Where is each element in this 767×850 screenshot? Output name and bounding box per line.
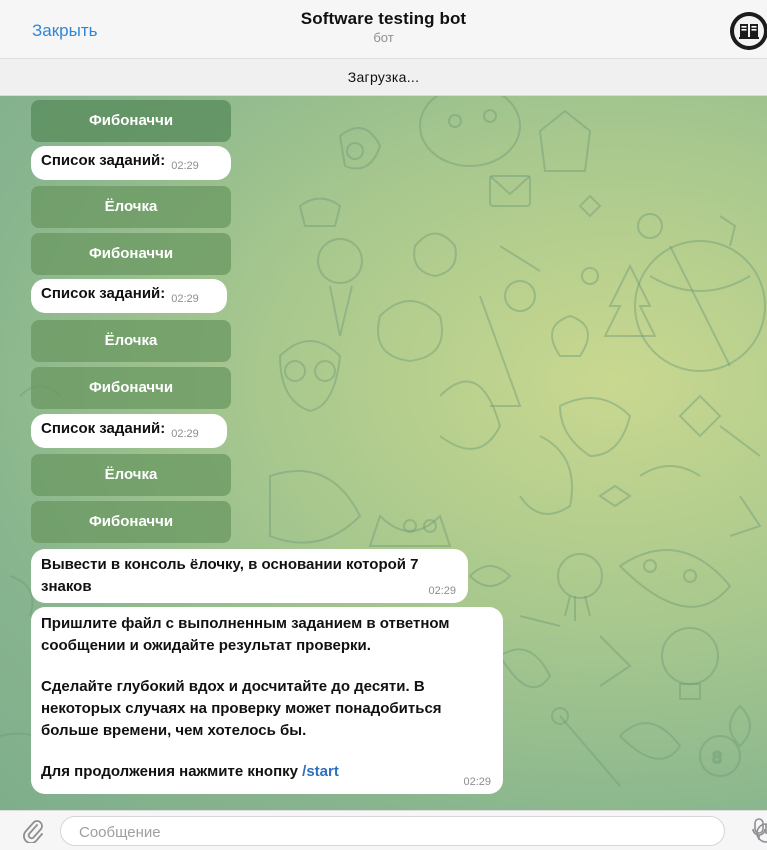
fibonacci-button[interactable]: Фибоначчи: [31, 501, 231, 543]
instruction-message: Пришлите файл с выполненным заданием в о…: [31, 607, 503, 794]
loading-status: Загрузка...: [0, 58, 767, 96]
chat-title: Software testing bot: [300, 9, 467, 28]
bot-avatar[interactable]: [730, 12, 767, 50]
message-field[interactable]: [60, 816, 767, 847]
task-list-message: Список заданий: 02:29: [31, 279, 227, 313]
tree-button[interactable]: Ёлочка: [31, 320, 231, 362]
chat-area[interactable]: 8 Фибоначчи Список заданий: 02:29 Ёлочка …: [0, 96, 767, 810]
task-message-text: Вывести в консоль ёлочку, в основании ко…: [41, 556, 419, 595]
start-command-link[interactable]: /start: [302, 763, 339, 780]
task-message: Вывести в консоль ёлочку, в основании ко…: [31, 549, 468, 603]
message-time: 02:29: [463, 776, 491, 788]
chat-header: Закрыть Software testing bot бот: [0, 0, 767, 58]
fibonacci-button[interactable]: Фибоначчи: [31, 367, 231, 409]
fibonacci-button[interactable]: Фибоначчи: [31, 233, 231, 275]
paperclip-icon[interactable]: [22, 819, 44, 848]
svg-text:8: 8: [712, 748, 722, 767]
message-time: 02:29: [171, 293, 199, 305]
message-input[interactable]: [77, 817, 681, 847]
instruction-paragraph-3: Для продолжения нажмите кнопку /start: [41, 761, 493, 783]
book-icon: [730, 12, 767, 50]
message-text: Список заданий:: [41, 420, 166, 437]
message-input-bar: [0, 810, 767, 850]
message-time: 02:29: [171, 160, 199, 172]
fibonacci-button[interactable]: Фибоначчи: [31, 100, 231, 142]
message-text: Список заданий:: [41, 285, 166, 302]
instruction-prefix: Для продолжения нажмите кнопку: [41, 763, 303, 780]
microphone-icon[interactable]: [752, 818, 766, 847]
instruction-paragraph-1: Пришлите файл с выполненным заданием в о…: [41, 615, 450, 654]
instruction-paragraph-2: Сделайте глубокий вдох и досчитайте до д…: [41, 678, 442, 739]
message-time: 02:29: [428, 585, 456, 597]
chat-title-block: Software testing bot бот: [0, 9, 767, 45]
task-list-message: Список заданий: 02:29: [31, 414, 227, 448]
tree-button[interactable]: Ёлочка: [31, 186, 231, 228]
task-list-message: Список заданий: 02:29: [31, 146, 231, 180]
chat-subtitle: бот: [373, 30, 394, 45]
message-text: Список заданий:: [41, 152, 166, 169]
message-time: 02:29: [171, 428, 199, 440]
tree-button[interactable]: Ёлочка: [31, 454, 231, 496]
